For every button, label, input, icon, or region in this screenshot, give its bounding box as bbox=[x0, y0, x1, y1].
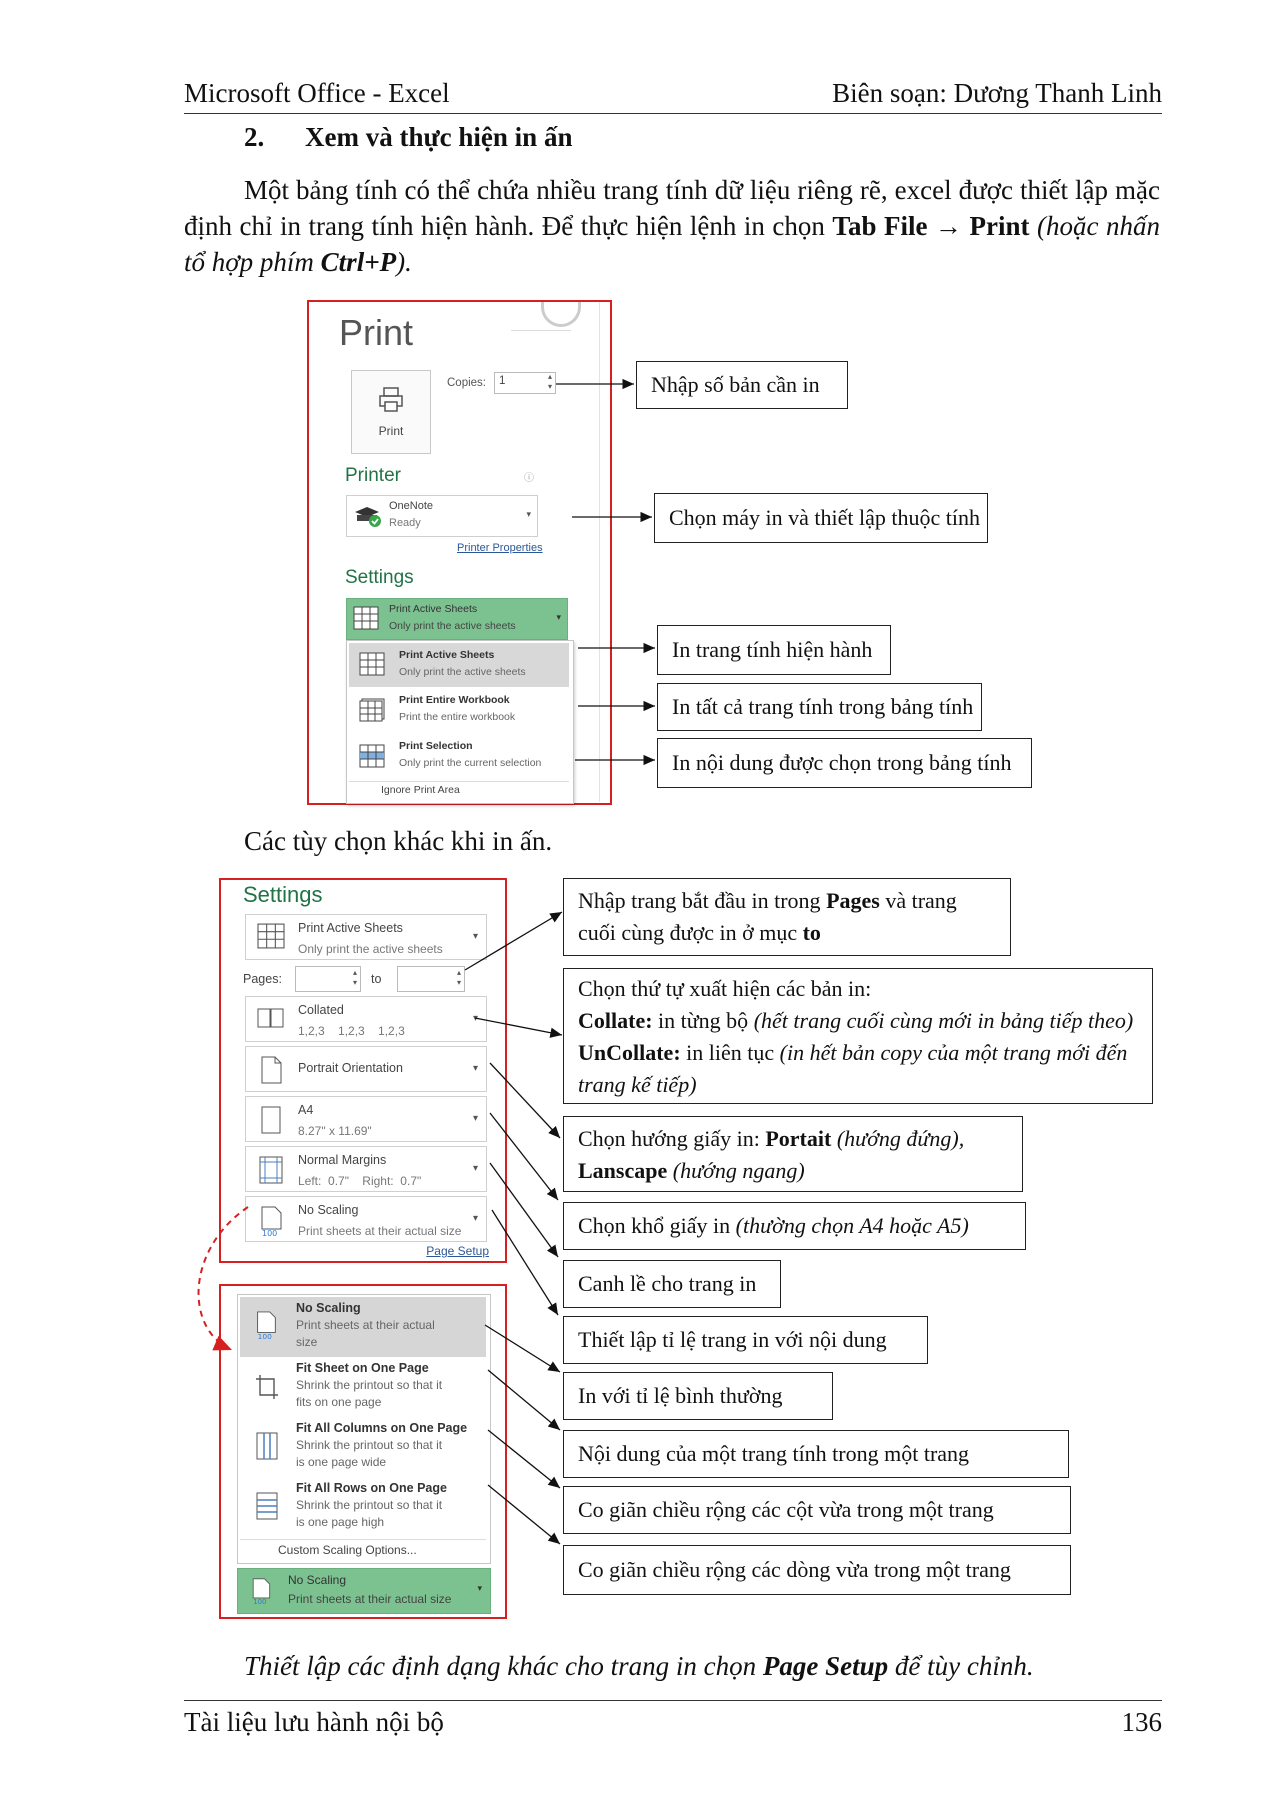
callout-fit-rows: Co giãn chiều rộng các dòng vừa trong mộ… bbox=[563, 1545, 1071, 1595]
figure1-arrows bbox=[556, 378, 655, 766]
callout-active-sheets: In trang tính hiện hành bbox=[657, 625, 891, 675]
callout-selection: In nội dung được chọn trong bảng tính bbox=[657, 738, 1032, 788]
closing-sentence: Thiết lập các định dạng khác cho trang i… bbox=[244, 1651, 1034, 1681]
footer-left: Tài liệu lưu hành nội bộ bbox=[184, 1707, 444, 1737]
callout-fit-columns: Co giãn chiều rộng các cột vừa trong một… bbox=[563, 1486, 1071, 1534]
callout-printer: Chọn máy in và thiết lập thuộc tính bbox=[654, 493, 988, 543]
callout-collate: Chọn thứ tự xuất hiện các bản in: Collat… bbox=[563, 968, 1153, 1104]
callout-fit-sheet: Nội dung của một trang tính trong một tr… bbox=[563, 1430, 1069, 1478]
footer-rule bbox=[184, 1700, 1162, 1701]
callout-no-scaling: In với tỉ lệ bình thường bbox=[563, 1372, 833, 1420]
callout-scaling: Thiết lập tỉ lệ trang in với nội dung bbox=[563, 1316, 928, 1364]
callout-margins: Canh lề cho trang in bbox=[563, 1260, 781, 1308]
other-options-text: Các tùy chọn khác khi in ấn. bbox=[244, 826, 553, 856]
callout-orientation: Chọn hướng giấy in: Portait (hướng đứng)… bbox=[563, 1116, 1023, 1192]
page-number: 136 bbox=[1121, 1707, 1163, 1737]
callout-paper-size: Chọn khổ giấy in (thường chọn A4 hoặc A5… bbox=[563, 1202, 1026, 1250]
callout-pages: Nhập trang bắt đầu in trong Pages và tra… bbox=[563, 878, 1011, 956]
callout-copies: Nhập số bản cần in bbox=[636, 361, 848, 409]
callout-entire-workbook: In tất cả trang tính trong bảng tính bbox=[657, 683, 982, 731]
